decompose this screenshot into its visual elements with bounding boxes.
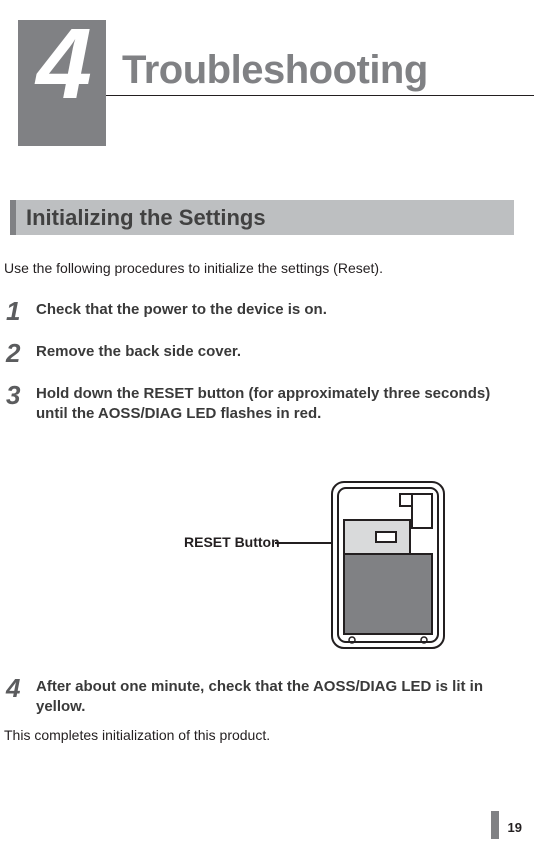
chapter-rule <box>106 95 534 96</box>
step-text: Hold down the RESET button (for approxim… <box>36 382 516 425</box>
step-3: 3 Hold down the RESET button (for approx… <box>6 382 516 425</box>
page-footer-tab <box>491 811 499 839</box>
section-title: Initializing the Settings <box>26 205 504 231</box>
steps-list: 1 Check that the power to the device is … <box>6 298 516 441</box>
reset-button-label: RESET Button <box>184 534 280 550</box>
step-number: 2 <box>6 340 36 366</box>
intro-text: Use the following procedures to initiali… <box>4 260 514 276</box>
step-text: After about one minute, check that the A… <box>36 675 516 718</box>
step-2: 2 Remove the back side cover. <box>6 340 516 366</box>
leader-line <box>275 542 333 544</box>
step-number: 1 <box>6 298 36 324</box>
step-4-wrap: 4 After about one minute, check that the… <box>6 675 516 734</box>
section-heading-bar: Initializing the Settings <box>10 200 514 235</box>
outro-text: This completes initialization of this pr… <box>4 727 514 743</box>
device-illustration <box>330 480 446 650</box>
step-4: 4 After about one minute, check that the… <box>6 675 516 718</box>
step-number: 3 <box>6 382 36 408</box>
step-text: Remove the back side cover. <box>36 340 516 362</box>
chapter-number-block: 4 <box>18 20 106 146</box>
step-text: Check that the power to the device is on… <box>36 298 516 320</box>
chapter-title: Troubleshooting <box>122 48 428 93</box>
step-number: 4 <box>6 675 36 701</box>
page-number: 19 <box>508 820 522 835</box>
reset-diagram: RESET Button <box>0 476 534 656</box>
chapter-number: 4 <box>36 14 88 114</box>
step-1: 1 Check that the power to the device is … <box>6 298 516 324</box>
